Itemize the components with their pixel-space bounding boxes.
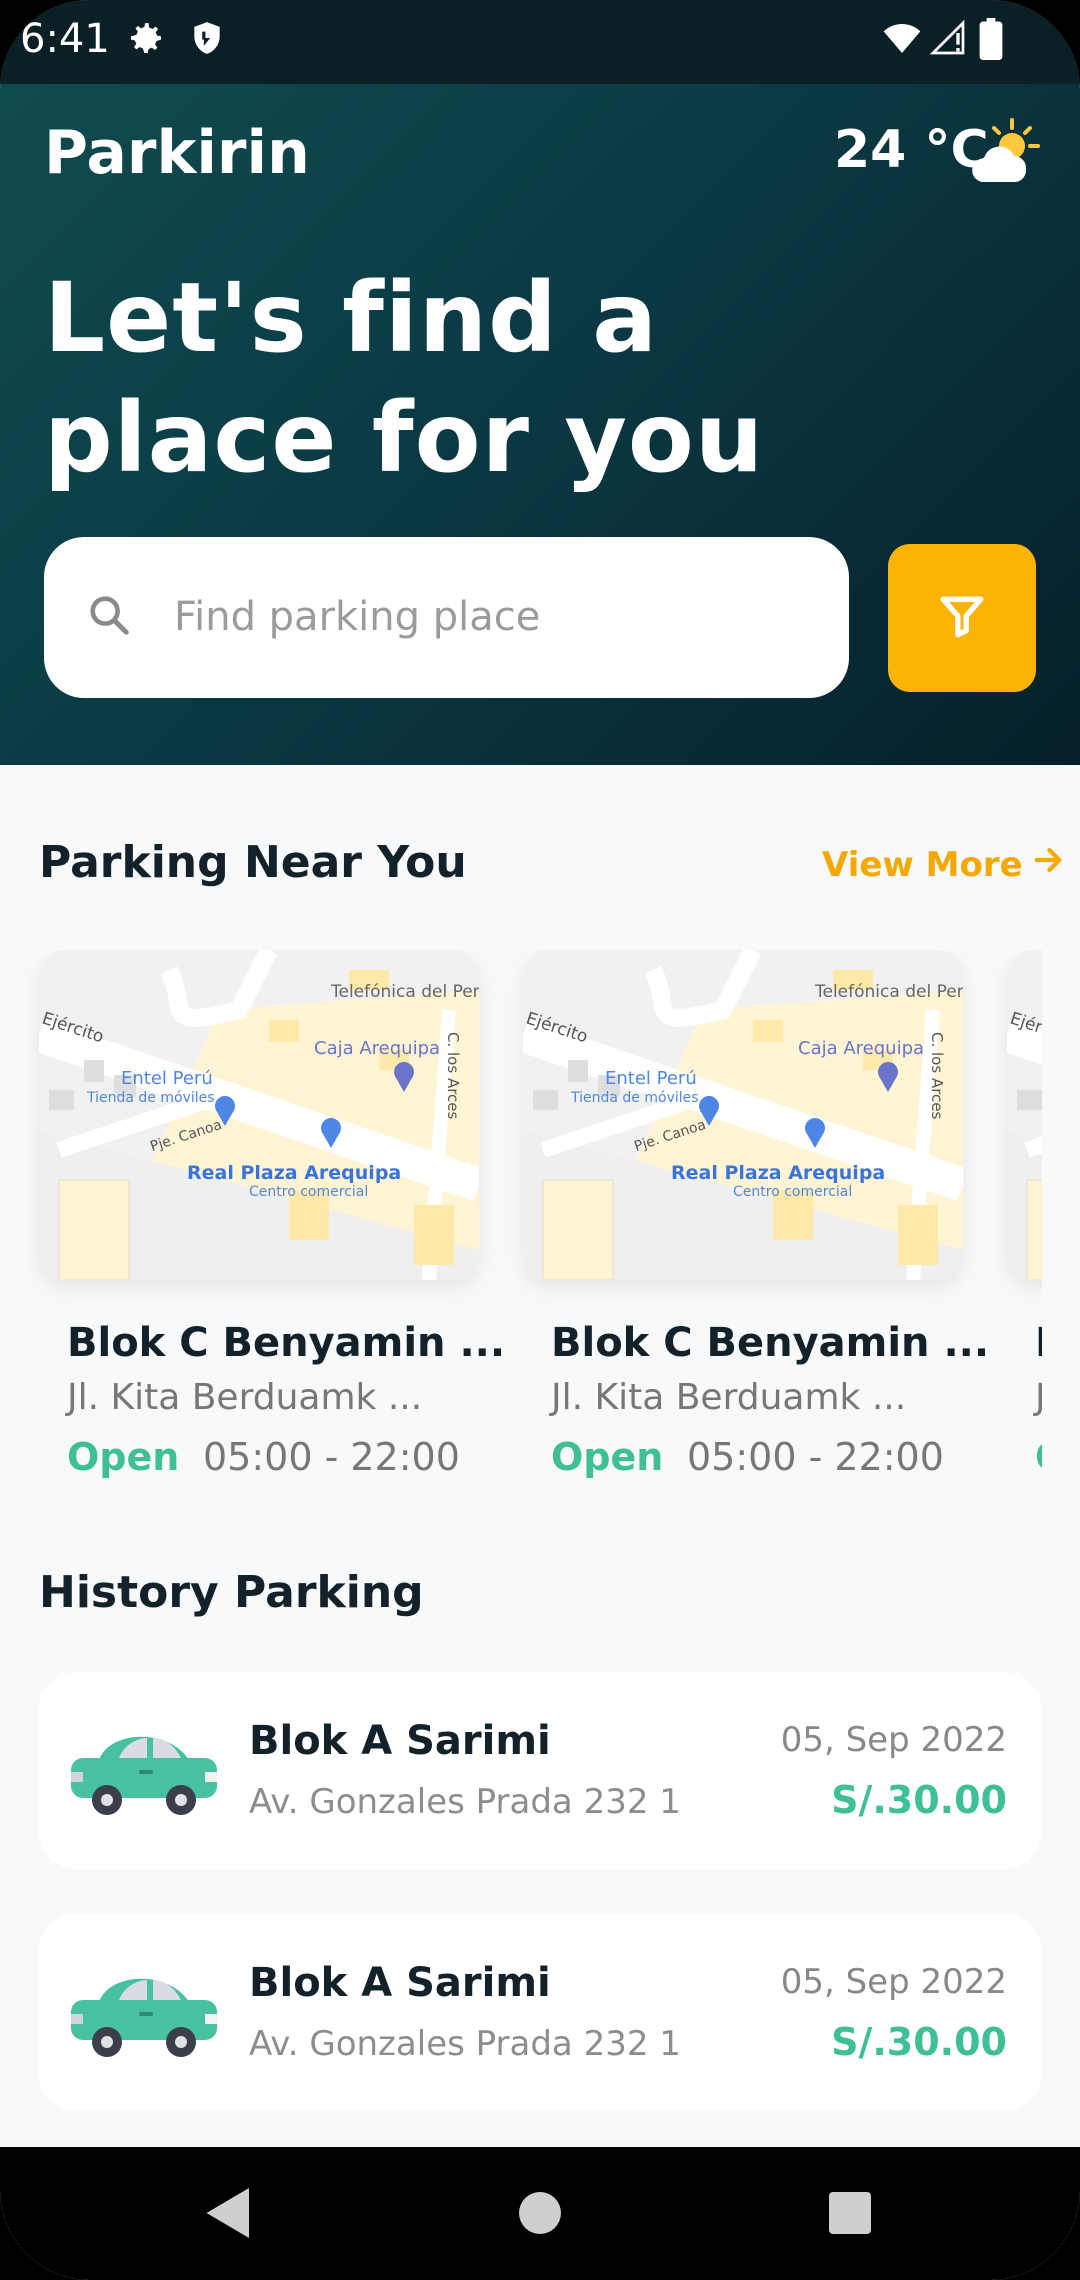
parking-name: Blok C Benyamin ...: [1035, 1320, 1042, 1366]
map-label: C. los Arces: [444, 1032, 462, 1120]
signal-icon: [928, 18, 968, 62]
history-price: S/.30.00: [831, 2020, 1007, 2064]
map-label: Real Plaza Arequipa: [187, 1162, 402, 1184]
map-label: Centro comercial: [249, 1184, 369, 1200]
history-address: Av. Gonzales Prada 232 1: [249, 1782, 681, 1822]
settings-icon: [126, 18, 166, 62]
map-label: Caja Arequipa: [798, 1038, 925, 1059]
status-bar: 6:41: [0, 0, 1080, 84]
home-icon[interactable]: [518, 2185, 562, 2245]
history-price: S/.30.00: [831, 1778, 1007, 1822]
open-status: Open: [551, 1435, 664, 1479]
status-time: 6:41: [20, 16, 110, 62]
map-label: Telefónica del Per: [331, 982, 479, 1002]
recents-icon[interactable]: [828, 2185, 872, 2245]
history-name: Blok A Sarimi: [249, 1718, 551, 1764]
history-date: 05, Sep 2022: [780, 1720, 1007, 1760]
filter-icon: [937, 591, 987, 645]
search-icon: [86, 592, 132, 642]
map-thumbnail: Telefónica del Per Caja Arequipa Ejércit…: [1007, 950, 1042, 1280]
parking-card[interactable]: Telefónica del Per Caja Arequipa Ejércit…: [39, 950, 505, 1479]
parking-address: Jl. Kita Berduamk ...: [67, 1377, 423, 1418]
view-more-label: View More: [822, 844, 1023, 885]
parking-near-carousel[interactable]: Telefónica del Per Caja Arequipa Ejércit…: [0, 950, 1042, 1490]
history-address: Av. Gonzales Prada 232 1: [249, 2024, 681, 2064]
car-icon: [69, 1720, 219, 1824]
arrow-right-icon: [1031, 843, 1065, 886]
open-status: Open: [67, 1435, 180, 1479]
navigation-bar: [0, 2147, 1080, 2280]
parking-name: Blok C Benyamin ...: [551, 1320, 990, 1366]
search-bar[interactable]: [44, 537, 849, 698]
parking-name: Blok C Benyamin ...: [67, 1320, 506, 1366]
filter-button[interactable]: [888, 544, 1036, 692]
map-label: Centro comercial: [733, 1184, 853, 1200]
history-date: 05, Sep 2022: [780, 1962, 1007, 2002]
car-icon: [69, 1962, 219, 2066]
parking-card[interactable]: Telefónica del Per Caja Arequipa Ejércit…: [523, 950, 989, 1479]
map-label: Tienda de móviles: [571, 1090, 699, 1106]
view-more-link[interactable]: View More: [822, 843, 1065, 886]
map-thumbnail: Telefónica del Per Caja Arequipa Ejércit…: [39, 950, 479, 1280]
opening-hours: 05:00 - 22:00: [203, 1435, 460, 1479]
phone-screen: 6:41 Parkirin 24 °C Let's find a place f…: [0, 0, 1080, 2280]
parking-near-title: Parking Near You: [39, 837, 467, 888]
battery-icon: [978, 18, 1004, 64]
parking-card[interactable]: Telefónica del Per Caja Arequipa Ejércit…: [1007, 950, 1042, 1479]
history-name: Blok A Sarimi: [249, 1960, 551, 2006]
back-icon[interactable]: [204, 2185, 254, 2245]
map-label: Real Plaza Arequipa: [671, 1162, 886, 1184]
parking-address: Jl. Kita Berduamk ...: [1035, 1377, 1042, 1418]
map-label: Entel Perú: [605, 1068, 697, 1089]
history-item[interactable]: Blok A Sarimi Av. Gonzales Prada 232 1 0…: [39, 1914, 1041, 2111]
temperature: 24 °C: [834, 120, 989, 180]
wifi-icon: [880, 18, 924, 62]
hero-header: 6:41 Parkirin 24 °C Let's find a place f…: [0, 0, 1080, 765]
hero-headline: Let's find a place for you: [44, 262, 765, 494]
map-label: Telefónica del Per: [815, 982, 963, 1002]
map-label: Caja Arequipa: [314, 1038, 441, 1059]
map-thumbnail: Telefónica del Per Caja Arequipa Ejércit…: [523, 950, 963, 1280]
parking-address: Jl. Kita Berduamk ...: [551, 1377, 907, 1418]
app-brand: Parkirin: [44, 118, 310, 188]
map-label: C. los Arces: [928, 1032, 946, 1120]
opening-hours: 05:00 - 22:00: [687, 1435, 944, 1479]
partly-cloudy-icon: [968, 116, 1040, 192]
search-input[interactable]: [174, 577, 794, 657]
history-title: History Parking: [39, 1567, 424, 1618]
open-status: Open: [1035, 1435, 1042, 1479]
history-item[interactable]: Blok A Sarimi Av. Gonzales Prada 232 1 0…: [39, 1672, 1041, 1869]
map-label: Tienda de móviles: [87, 1090, 215, 1106]
shield-icon: [188, 18, 226, 62]
map-label: Entel Perú: [121, 1068, 213, 1089]
